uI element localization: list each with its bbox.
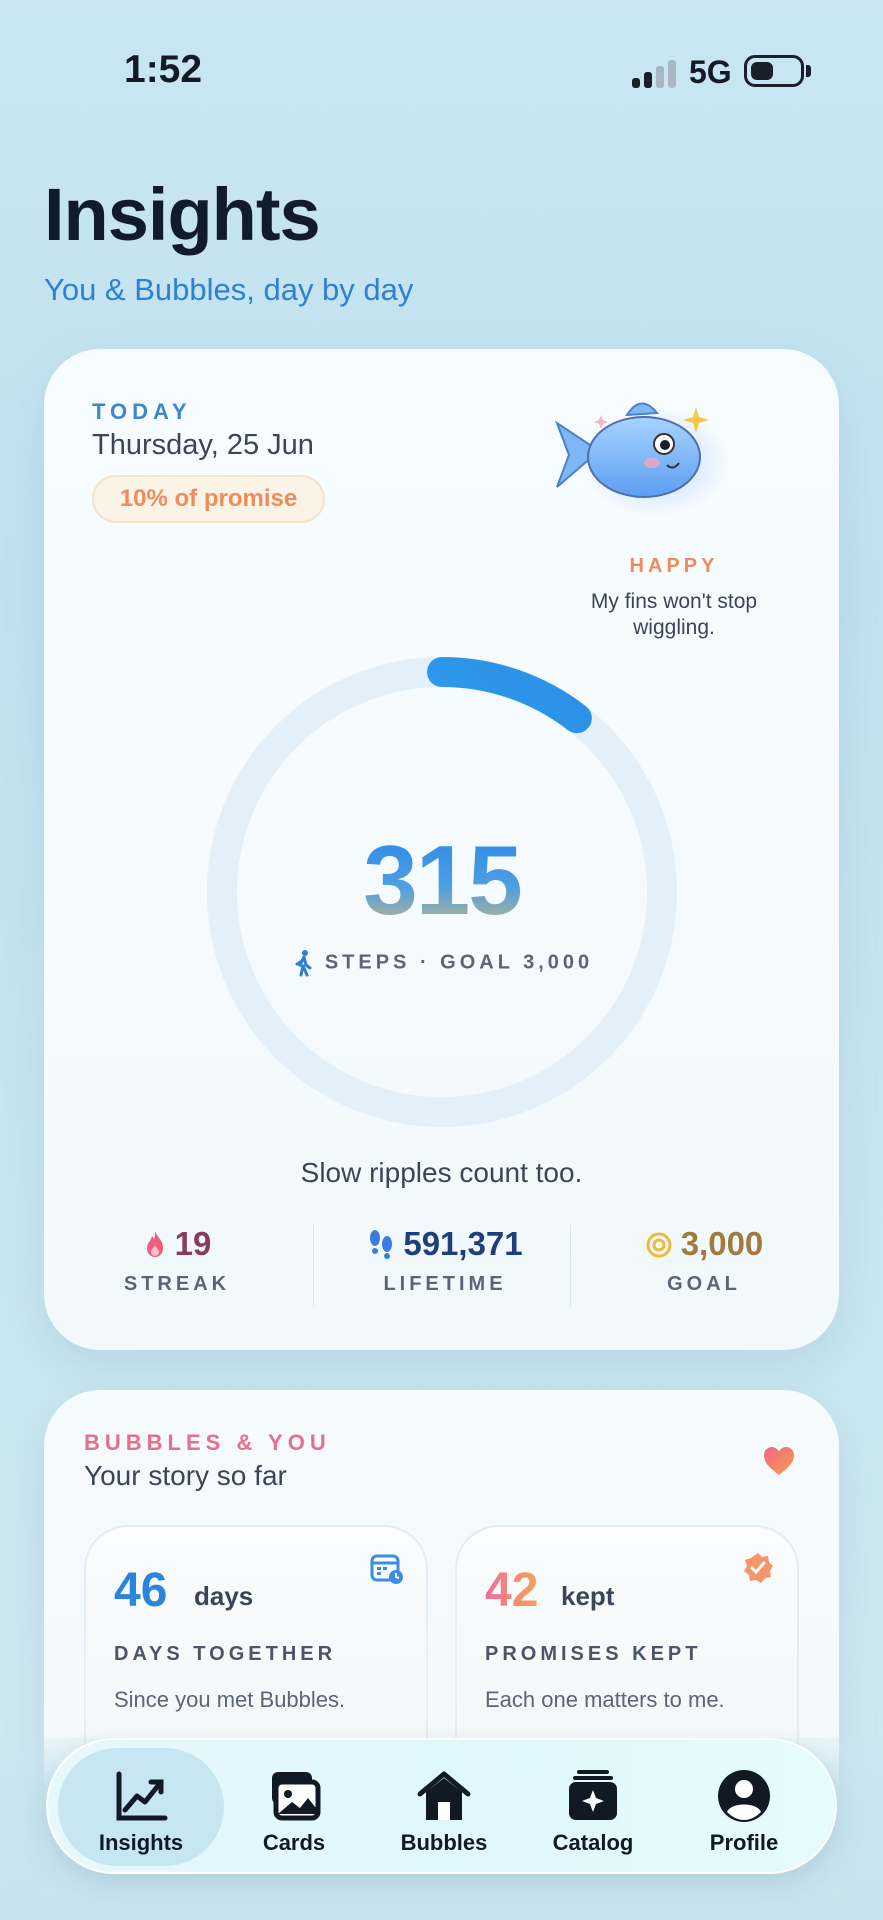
lifetime-value: 591,371 [403,1225,523,1262]
bottom-nav: Insights Cards Bubbles Catalog Profile [46,1738,837,1874]
home-icon [417,1771,471,1820]
steps-caption-text: STEPS · GOAL 3,000 [324,951,594,974]
promise-badge: 10% of promise [92,475,325,523]
flame-icon [146,1231,163,1257]
stat-goal: 3,000 GOAL [604,1225,804,1305]
promises-number: 42 [485,1564,539,1617]
days-desc: Since you met Bubbles. [114,1687,346,1712]
nav-profile[interactable]: Profile [661,1748,827,1866]
nav-label: Insights [98,1830,184,1855]
walking-icon [295,950,312,977]
steps-count: 315 [207,824,677,937]
promises-unit: kept [561,1581,615,1611]
mood-text: My fins won't stop wiggling. [590,590,758,639]
nav-label: Cards [262,1830,326,1855]
nav-cards[interactable]: Cards [211,1748,377,1866]
target-icon [646,1232,672,1258]
stats-row: 19 STREAK 591,371 LIFETIME 3,000 GOAL [44,1225,839,1307]
promises-label: PROMISES KEPT [485,1643,702,1665]
page-subtitle: You & Bubbles, day by day [44,272,414,307]
today-label: TODAY [92,399,192,424]
battery-tip [806,65,811,77]
goal-label: GOAL [667,1273,741,1295]
nav-insights[interactable]: Insights [58,1748,224,1866]
story-label: BUBBLES & YOU [84,1430,331,1455]
photos-icon [272,1772,321,1821]
bubbles-fish-icon[interactable] [549,389,719,519]
catalog-icon [569,1770,617,1820]
promises-desc: Each one matters to me. [485,1687,725,1712]
nav-label: Bubbles [400,1830,488,1855]
status-time: 1:52 [124,48,203,91]
stat-lifetime: 591,371 LIFETIME [330,1225,560,1305]
badge-check-icon [744,1553,773,1583]
streak-label: STREAK [123,1273,231,1295]
goal-value: 3,000 [680,1225,764,1262]
nav-label: Catalog [552,1830,634,1855]
today-date: Thursday, 25 Jun [92,429,314,461]
status-bar: 1:52 5G [0,0,883,150]
encouragement-text: Slow ripples count too. [300,1157,583,1188]
days-unit: days [194,1581,254,1611]
nav-catalog[interactable]: Catalog [510,1748,676,1866]
days-label: DAYS TOGETHER [114,1643,337,1665]
calendar-icon [370,1554,403,1584]
network-label: 5G [689,54,732,90]
mood-label: HAPPY [629,555,719,577]
today-card: TODAY Thursday, 25 Jun 10% of promise HA… [44,349,839,1350]
stat-divider [570,1225,571,1307]
nav-label: Profile [709,1830,779,1855]
heart-icon[interactable] [762,1445,796,1477]
streak-value: 19 [174,1225,212,1262]
steps-caption: STEPS · GOAL 3,000 [207,949,677,977]
nav-bubbles[interactable]: Bubbles [361,1748,527,1866]
profile-icon [718,1770,770,1822]
signal-icon [632,58,676,88]
days-number: 46 [114,1564,168,1617]
battery-icon [744,55,804,87]
stat-streak: 19 STREAK [84,1225,270,1305]
stat-divider [313,1225,314,1307]
chart-icon [116,1771,168,1821]
story-title: Your story so far [84,1460,287,1491]
footprints-icon [370,1230,393,1259]
lifetime-label: LIFETIME [383,1273,507,1295]
page-title: Insights [44,173,321,256]
